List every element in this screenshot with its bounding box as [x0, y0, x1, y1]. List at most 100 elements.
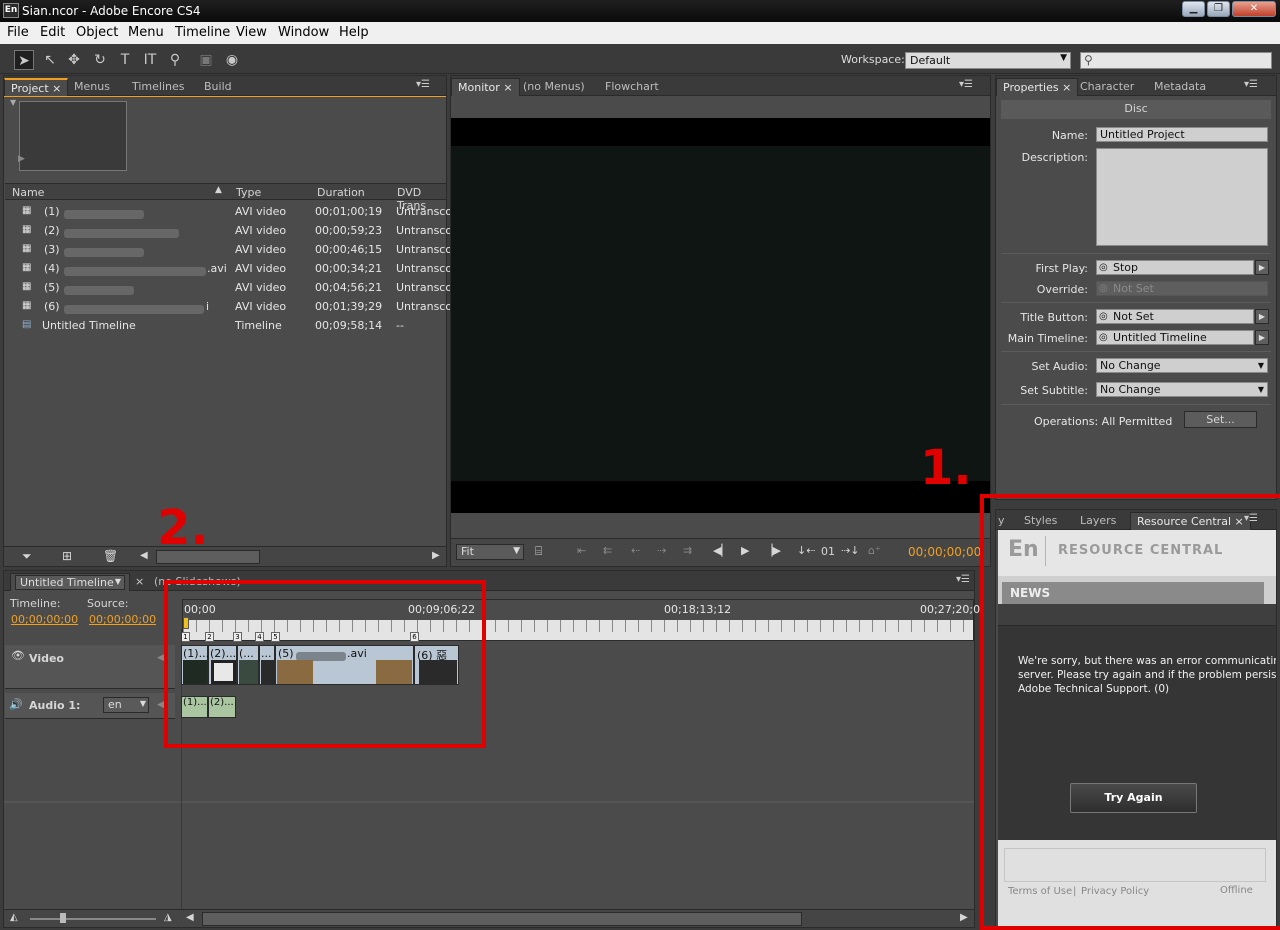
- scroll-left-icon[interactable]: ◀: [186, 912, 194, 923]
- tab-no-menus[interactable]: (no Menus): [517, 78, 591, 96]
- pickwhip-icon[interactable]: ◎: [1099, 331, 1108, 344]
- collapse-icon[interactable]: ▼: [10, 98, 16, 107]
- timeline-scrollbar[interactable]: [202, 912, 802, 926]
- menu-menu[interactable]: Menu: [128, 25, 164, 40]
- text-tool-icon[interactable]: T: [115, 50, 135, 70]
- tab-flowchart[interactable]: Flowchart: [599, 78, 665, 96]
- add-marker-icon[interactable]: ⌂⁺: [868, 544, 881, 557]
- tab-timeline[interactable]: Untitled Timeline ▼: [10, 573, 130, 591]
- col-type[interactable]: Type: [236, 186, 261, 199]
- audio-language-dropdown[interactable]: en ▼: [103, 697, 149, 713]
- eye-icon[interactable]: 👁: [11, 649, 25, 662]
- menu-file[interactable]: File: [7, 25, 29, 40]
- list-item[interactable]: ▦ (4) .avi AVI video 00;00;34;21 Untrans…: [8, 259, 452, 278]
- maximize-button[interactable]: ❐: [1207, 1, 1230, 17]
- zoom-tool-icon[interactable]: ⚲: [165, 50, 185, 70]
- timecode-display[interactable]: 00;00;00;00: [908, 545, 981, 559]
- next-chapter-icon[interactable]: ⇉: [683, 544, 692, 557]
- list-item[interactable]: ▦ (1) AVI video 00;01;00;19 Untransco: [8, 202, 452, 221]
- close-button[interactable]: ✕: [1232, 1, 1276, 17]
- rotate-tool-icon[interactable]: ↻: [90, 50, 110, 70]
- blurred-filename: [64, 207, 144, 220]
- source-timecode[interactable]: 00;00;00;00: [89, 613, 156, 626]
- tab-build[interactable]: Build: [198, 78, 238, 96]
- safe-area-icon[interactable]: ⌸: [535, 544, 542, 559]
- preview-icon[interactable]: ▣: [196, 50, 216, 70]
- filter-icon[interactable]: ⏷: [22, 549, 32, 564]
- selection-tool-icon[interactable]: ➤: [14, 50, 34, 70]
- prev-marker-icon[interactable]: ↓⇠: [797, 544, 815, 557]
- track-divider: [4, 801, 974, 803]
- pickwhip-icon[interactable]: ◎: [1099, 310, 1108, 323]
- main-timeline-field[interactable]: ◎ Untitled Timeline: [1096, 330, 1254, 345]
- play-button-icon[interactable]: ▶: [741, 544, 749, 557]
- main-timeline-menu-icon[interactable]: ▶: [1255, 330, 1269, 345]
- new-item-icon[interactable]: ⊞: [62, 549, 72, 563]
- scroll-left-icon[interactable]: ◀: [140, 550, 148, 561]
- first-play-field[interactable]: ◎ Stop: [1096, 260, 1254, 275]
- tab-monitor[interactable]: Monitor ×: [451, 78, 520, 96]
- tab-menus[interactable]: Menus: [68, 78, 116, 96]
- list-item[interactable]: ▦ (6) i AVI video 00;01;39;29 Untransco: [8, 297, 452, 316]
- prev-chapter-icon[interactable]: ⇇: [603, 544, 612, 557]
- move-tool-icon[interactable]: ✥: [64, 50, 84, 70]
- panel-menu-icon[interactable]: ▾☰: [1244, 79, 1258, 90]
- play-icon[interactable]: ▶: [18, 154, 25, 164]
- pickwhip-icon[interactable]: ◎: [1099, 261, 1108, 274]
- list-item[interactable]: ▦ (3) AVI video 00;00;46;15 Untransco: [8, 240, 452, 259]
- disc-build-icon[interactable]: ◉: [222, 50, 242, 70]
- scroll-right-icon[interactable]: ▶: [432, 550, 440, 561]
- menu-timeline[interactable]: Timeline: [175, 25, 230, 40]
- timeline-icon: ▤: [22, 319, 32, 330]
- list-item[interactable]: ▦ (5) AVI video 00;04;56;21 Untransco: [8, 278, 452, 297]
- next-marker-icon[interactable]: ⇢↓: [841, 544, 859, 557]
- set-operations-button[interactable]: Set...: [1184, 411, 1257, 428]
- step-back-icon[interactable]: ⇠: [631, 544, 640, 557]
- title-button-menu-icon[interactable]: ▶: [1255, 309, 1269, 324]
- menu-window[interactable]: Window: [278, 25, 329, 40]
- trash-icon[interactable]: 🗑: [103, 549, 118, 563]
- list-item[interactable]: ▤ Untitled Timeline Timeline 00;09;58;14…: [8, 316, 448, 335]
- panel-menu-icon[interactable]: ▾☰: [416, 79, 430, 90]
- menu-view[interactable]: View: [236, 25, 267, 40]
- menu-help[interactable]: Help: [339, 25, 369, 40]
- tab-character[interactable]: Character: [1074, 78, 1140, 96]
- override-field[interactable]: ◎ Not Set: [1096, 281, 1268, 296]
- tab-project[interactable]: Project ×: [4, 78, 69, 96]
- zoom-slider[interactable]: [30, 918, 156, 920]
- close-tab-icon[interactable]: ×: [135, 575, 144, 588]
- speaker-icon[interactable]: 🔊: [9, 698, 23, 711]
- timeline-timecode[interactable]: 00;00;00;00: [11, 613, 78, 626]
- col-duration[interactable]: Duration: [317, 186, 365, 199]
- panel-menu-icon[interactable]: ▾☰: [959, 79, 973, 90]
- sort-ascending-icon: ▲: [215, 185, 222, 195]
- scroll-right-icon[interactable]: ▶: [960, 912, 968, 923]
- direct-select-tool-icon[interactable]: ↖: [40, 50, 60, 70]
- title-button-field[interactable]: ◎ Not Set: [1096, 309, 1254, 324]
- vertical-text-tool-icon[interactable]: IT: [140, 50, 160, 70]
- first-play-menu-icon[interactable]: ▶: [1255, 260, 1269, 275]
- search-input[interactable]: ⚲: [1080, 52, 1272, 69]
- name-field[interactable]: Untitled Project: [1096, 127, 1268, 142]
- zoom-slider-thumb[interactable]: [60, 913, 66, 923]
- menu-object[interactable]: Object: [76, 25, 118, 40]
- next-frame-icon[interactable]: ▕▶: [764, 544, 781, 557]
- go-to-in-icon[interactable]: ⇤: [577, 544, 586, 557]
- tab-timelines[interactable]: Timelines: [126, 78, 191, 96]
- set-audio-dropdown[interactable]: No Change ▼: [1096, 358, 1268, 373]
- zoom-in-icon[interactable]: ◮: [164, 912, 172, 923]
- menu-edit[interactable]: Edit: [40, 25, 65, 40]
- previous-frame-icon[interactable]: ◀▏: [713, 544, 730, 557]
- set-subtitle-dropdown[interactable]: No Change ▼: [1096, 382, 1268, 397]
- panel-menu-icon[interactable]: ▾☰: [956, 574, 970, 585]
- tab-properties[interactable]: Properties ×: [996, 78, 1079, 96]
- workspace-dropdown[interactable]: Default ▼: [905, 52, 1071, 69]
- step-forward-icon[interactable]: ⇢: [657, 544, 666, 557]
- zoom-fit-dropdown[interactable]: Fit ▼: [456, 544, 524, 560]
- tab-metadata[interactable]: Metadata: [1148, 78, 1212, 96]
- description-field[interactable]: [1096, 148, 1268, 246]
- list-item[interactable]: ▦ (2) AVI video 00;00;59;23 Untransco: [8, 221, 452, 240]
- minimize-button[interactable]: ▁: [1182, 1, 1205, 17]
- zoom-out-icon[interactable]: ◭: [10, 912, 18, 923]
- col-name[interactable]: Name: [12, 186, 44, 199]
